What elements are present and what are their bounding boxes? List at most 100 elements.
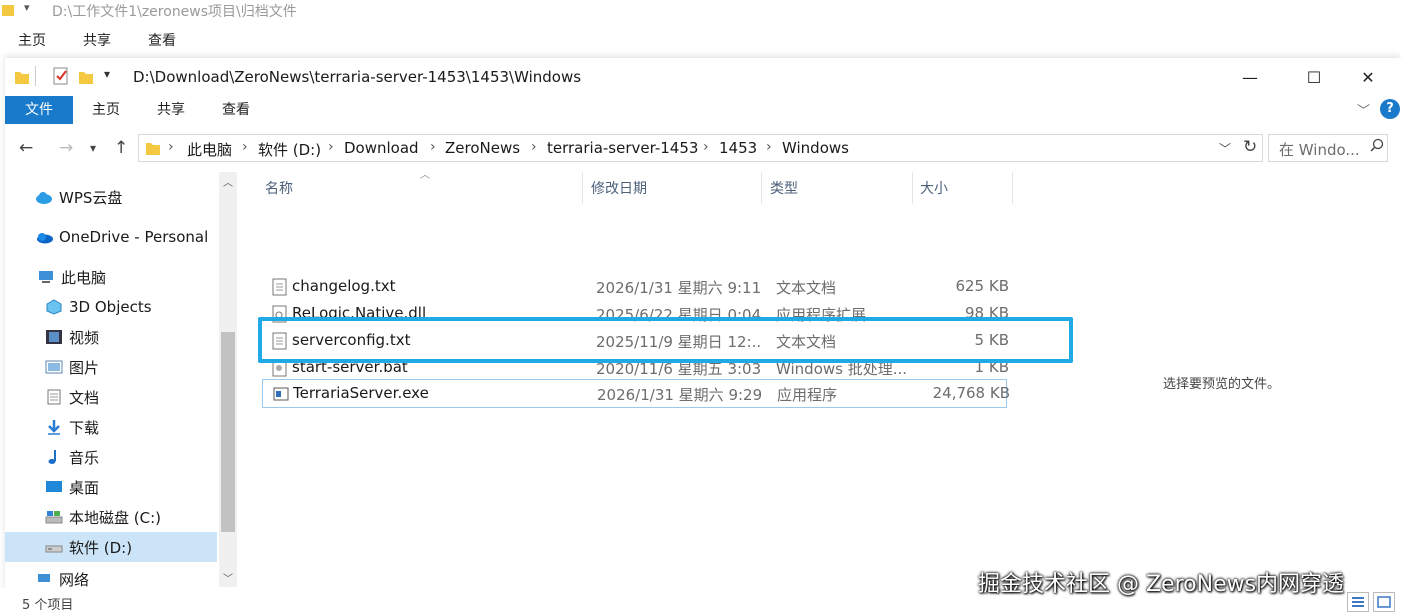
sidebar-item-label: 软件 (D:) (69, 538, 133, 557)
column-header-type[interactable]: 类型 (770, 178, 798, 198)
tab-view[interactable]: 查看 (210, 96, 262, 124)
sidebar-item-label: 下载 (69, 418, 100, 437)
sidebar-item-wps-cloud[interactable]: WPS云盘 (5, 182, 217, 212)
file-list: ︿ 名称 修改日期 类型 大小 changelog.txt 2026/1/31 … (250, 170, 1065, 587)
breadcrumb-separator-icon[interactable]: › (328, 139, 334, 155)
file-row[interactable]: TerrariaServer.exe 2026/1/31 星期六 9:29 应用… (262, 379, 1010, 408)
folder-icon (14, 68, 30, 90)
customize-toolbar-dropdown-icon[interactable]: ▾ (104, 67, 110, 81)
cloud-icon (36, 192, 52, 204)
sidebar-item-label: 网络 (59, 570, 90, 588)
scrollbar-thumb[interactable] (221, 332, 235, 532)
background-titlebar: ▾ D:\工作文件1\zeronews项目\归档文件 (0, 0, 1401, 22)
column-divider[interactable] (1012, 172, 1013, 204)
close-button[interactable]: ✕ (1345, 60, 1391, 94)
large-icons-view-button[interactable] (1373, 592, 1395, 612)
search-placeholder: 在 Windo... (1279, 141, 1360, 159)
sidebar-item-videos[interactable]: 视频 (5, 322, 217, 352)
address-bar[interactable]: › 此电脑 › 软件 (D:) › Download › ZeroNews › … (138, 134, 1263, 162)
sidebar-item-label: 桌面 (69, 478, 100, 497)
sidebar-item-pictures[interactable]: 图片 (5, 352, 217, 382)
minimize-button[interactable]: — (1227, 60, 1273, 94)
breadcrumb-item[interactable]: terraria-server-1453 (547, 139, 698, 157)
exe-file-icon (273, 387, 289, 401)
sidebar-item-software-d[interactable]: 软件 (D:) (5, 532, 217, 562)
breadcrumb-item[interactable]: 软件 (D:) (258, 139, 321, 160)
sidebar-item-label: 本地磁盘 (C:) (69, 508, 161, 527)
annotation-highlight-box (258, 317, 1073, 363)
sidebar-item-downloads[interactable]: 下载 (5, 412, 217, 442)
column-divider[interactable] (582, 172, 583, 204)
background-ribbon: 主页 共享 查看 (0, 26, 1401, 54)
ribbon-tabs: 文件 主页 共享 查看 ﹀ ? (5, 96, 1401, 126)
tab-share[interactable]: 共享 (145, 96, 197, 124)
sort-ascending-icon: ︿ (420, 170, 430, 181)
scroll-down-icon[interactable]: ﹀ (223, 570, 233, 585)
item-count: 5 个项目 (22, 598, 74, 613)
breadcrumb-item[interactable]: ZeroNews (445, 139, 520, 157)
breadcrumb-separator-icon[interactable]: › (703, 139, 709, 155)
file-row[interactable]: changelog.txt 2026/1/31 星期六 9:11 文本文档 62… (262, 273, 1009, 300)
column-header-name[interactable]: 名称 (265, 178, 293, 198)
breadcrumb-separator-icon[interactable]: › (766, 139, 772, 155)
maximize-button[interactable]: ☐ (1291, 60, 1337, 94)
bg-tab-share[interactable]: 共享 (83, 30, 111, 50)
sidebar-item-3d-objects[interactable]: 3D Objects (5, 292, 217, 322)
window-title: D:\Download\ZeroNews\terraria-server-145… (133, 68, 582, 86)
breadcrumb-item[interactable]: Download (344, 139, 419, 157)
sidebar-item-label: 此电脑 (61, 268, 107, 287)
file-date: 2026/1/31 星期六 9:11 (596, 279, 761, 297)
file-date: 2026/1/31 星期六 9:29 (597, 386, 762, 404)
bg-tab-view[interactable]: 查看 (148, 30, 176, 50)
forward-arrow-icon[interactable]: → (59, 138, 73, 158)
refresh-icon[interactable]: ↻ (1243, 137, 1257, 157)
details-view-button[interactable] (1347, 592, 1369, 612)
help-icon[interactable]: ? (1380, 99, 1400, 119)
sidebar-item-documents[interactable]: 文档 (5, 382, 217, 412)
breadcrumb-item[interactable]: Windows (782, 139, 849, 157)
breadcrumb-separator-icon[interactable]: › (242, 139, 248, 155)
column-header-date[interactable]: 修改日期 (591, 178, 647, 198)
recent-locations-dropdown-icon[interactable]: ▾ (90, 141, 96, 155)
new-folder-icon[interactable] (78, 68, 94, 90)
scroll-up-icon[interactable]: ︿ (223, 174, 233, 189)
column-divider[interactable] (761, 172, 762, 204)
sidebar-item-music[interactable]: 音乐 (5, 442, 217, 472)
file-name: TerrariaServer.exe (293, 384, 429, 402)
preview-pane-message: 选择要预览的文件。 (1163, 377, 1281, 392)
breadcrumb-separator-icon[interactable]: › (168, 139, 174, 155)
column-divider[interactable] (912, 172, 913, 204)
network-icon (38, 574, 50, 582)
sidebar-scrollbar[interactable]: ︿ ﹀ (219, 172, 237, 587)
file-type: 文本文档 (776, 279, 837, 297)
breadcrumb-item[interactable]: 此电脑 (187, 139, 232, 160)
file-type: 应用程序 (777, 386, 838, 404)
search-input[interactable]: 在 Windo... (1268, 134, 1388, 162)
file-size: 625 KB (955, 277, 1009, 295)
breadcrumb-separator-icon[interactable]: › (430, 139, 436, 155)
search-icon[interactable] (1370, 138, 1384, 158)
sidebar-item-onedrive[interactable]: OneDrive - Personal (5, 222, 217, 252)
address-dropdown-icon[interactable]: ﹀ (1219, 140, 1231, 157)
tab-file[interactable]: 文件 (5, 96, 73, 124)
sidebar-item-network[interactable]: 网络 (5, 564, 217, 587)
column-header-size[interactable]: 大小 (920, 178, 948, 198)
sidebar-item-this-pc[interactable]: 此电脑 (5, 262, 217, 292)
details-view-icon (1352, 597, 1364, 607)
back-arrow-icon[interactable]: ← (19, 138, 33, 158)
properties-icon[interactable] (52, 66, 70, 90)
background-window-path: D:\工作文件1\zeronews项目\归档文件 (52, 4, 297, 20)
desktop-icon (46, 481, 62, 492)
sidebar-item-desktop[interactable]: 桌面 (5, 472, 217, 502)
expand-ribbon-icon[interactable]: ﹀ (1357, 100, 1370, 119)
tab-home[interactable]: 主页 (80, 96, 132, 124)
bg-tab-home[interactable]: 主页 (18, 30, 46, 50)
breadcrumb-separator-icon[interactable]: › (531, 139, 537, 155)
breadcrumb-item[interactable]: 1453 (719, 139, 757, 157)
sidebar-item-label: 视频 (69, 328, 100, 347)
quick-access-dropdown-icon[interactable]: ▾ (24, 1, 30, 14)
download-icon (48, 420, 60, 435)
up-arrow-icon[interactable]: ↑ (114, 138, 128, 158)
file-name: changelog.txt (292, 277, 396, 295)
sidebar-item-local-disk-c[interactable]: 本地磁盘 (C:) (5, 502, 217, 532)
